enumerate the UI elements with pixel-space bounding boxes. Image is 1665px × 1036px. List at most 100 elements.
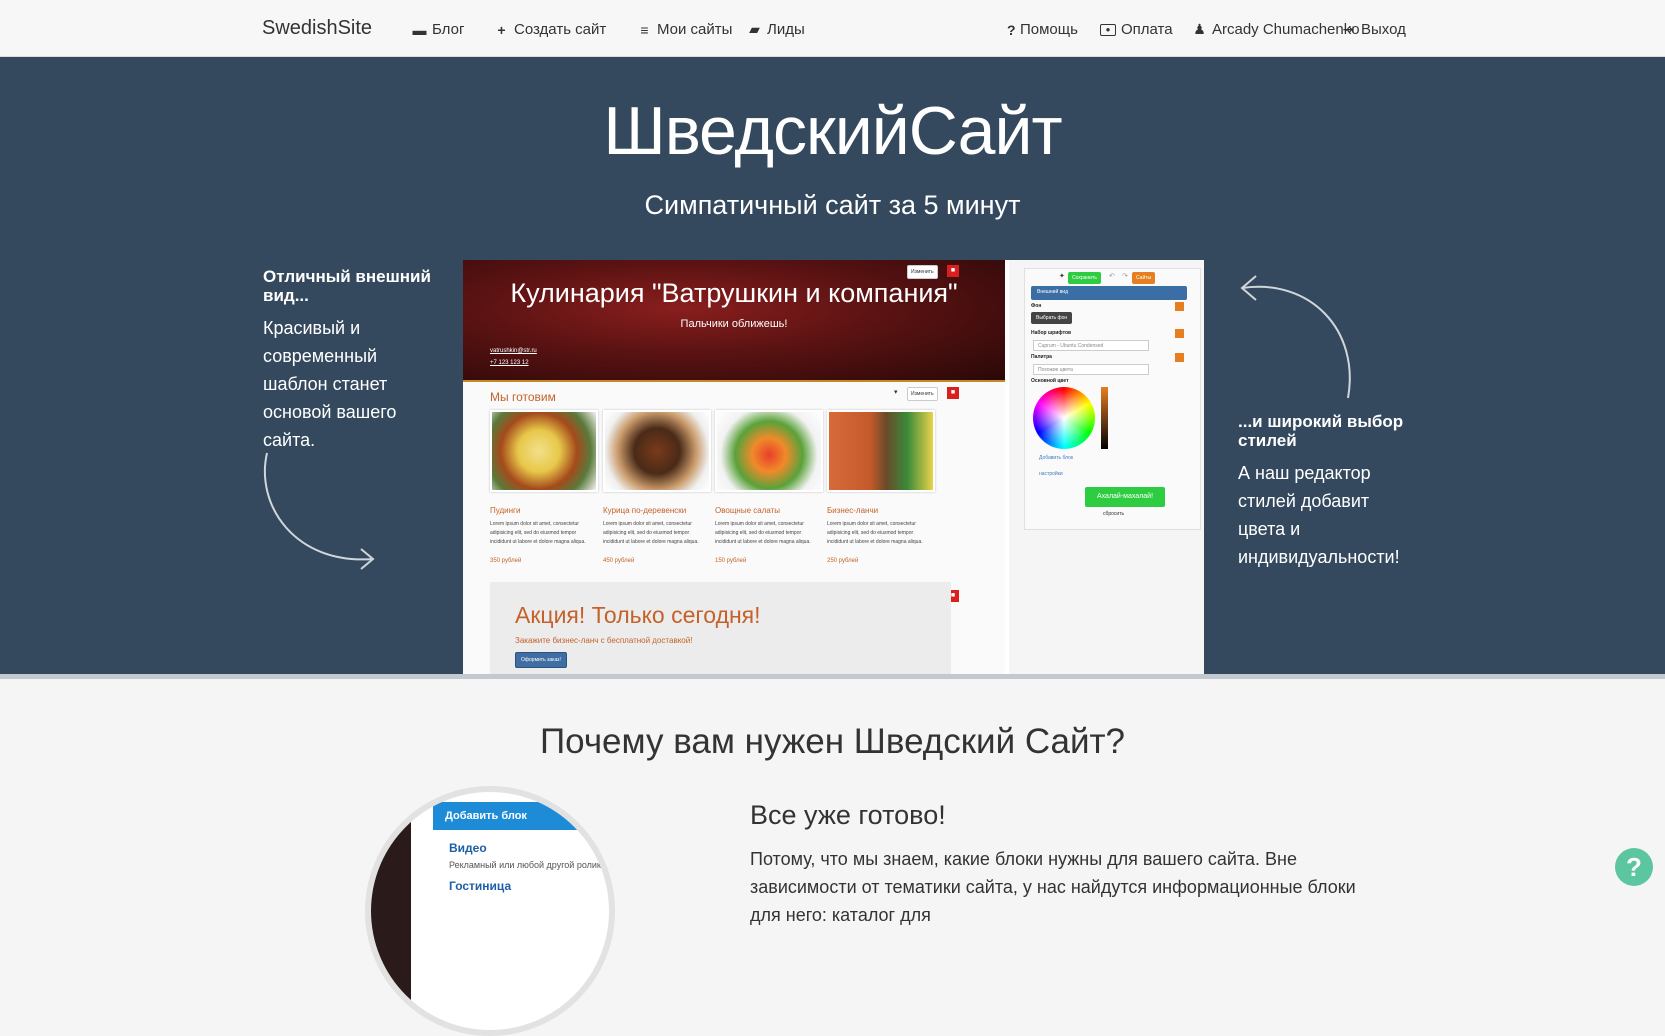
preview-arrow-down-icon: ▾: [894, 389, 898, 396]
chicken-image: [603, 410, 711, 492]
panel-apply-button: Ахалай-махалай!: [1085, 487, 1165, 507]
lunch-image: [827, 410, 935, 492]
panel-bg-button: Выбрать фон: [1031, 312, 1073, 324]
top-navbar: SwedishSite ▬ Блог + Создать сайт ≡ Мои …: [0, 0, 1665, 57]
nav-user[interactable]: ♟ Arcady Chumachenko: [1192, 21, 1360, 38]
preview-card-desc: Lorem ipsum dolor sit amet, consectetur …: [827, 521, 923, 545]
right-feature-text: А наш редактор стилей добавит цвета и ин…: [1238, 463, 1400, 567]
panel-appearance-label: Внешний вид: [1037, 289, 1068, 295]
preview-section-title: Мы готовим: [490, 390, 556, 404]
panel-pin-icon: ✦: [1059, 273, 1065, 280]
panel-sites-button: Сайты: [1132, 272, 1156, 284]
panel-add-block-link: Добавить блок: [1039, 455, 1074, 461]
left-feature-heading: Отличный внешний вид...: [263, 267, 431, 305]
brand-logo[interactable]: SwedishSite: [262, 17, 372, 40]
curved-arrow-right-icon: [263, 452, 375, 570]
preview-email: vatrushkin@str.ru: [490, 348, 537, 354]
preview-promo-button: Оформить заказ!: [515, 652, 567, 668]
color-wheel: [1033, 387, 1095, 449]
preview-site-slogan: Пальчики оближешь!: [680, 318, 788, 330]
panel-palette-label: Палитра: [1031, 354, 1052, 360]
hero-divider: [0, 674, 1665, 679]
nav-help[interactable]: ? Помощь: [1007, 21, 1078, 38]
preview-promo-block: Акция! Только сегодня! Закажите бизнес-л…: [490, 582, 951, 674]
left-feature-text: Красивый и современный шаблон станет осн…: [263, 318, 397, 450]
user-icon: ♟: [1193, 21, 1206, 37]
nav-create-label: Создать сайт: [514, 21, 607, 38]
preview-promo-subtitle: Закажите бизнес-ланч с бесплатной достав…: [515, 636, 693, 645]
preview-card-name: Пудинги: [490, 506, 521, 515]
magnifier-dark-edge: [371, 792, 411, 1030]
sign-out-icon: ⇥: [1342, 21, 1355, 37]
money-icon: ●: [1100, 23, 1116, 36]
salad-image: [715, 410, 823, 492]
nav-payment-label: Оплата: [1121, 21, 1173, 38]
panel-fonts-toggle-icon: [1175, 329, 1184, 338]
magnifier-add-label: Добавить блок: [445, 810, 527, 822]
preview-card-name: Бизнес-ланчи: [827, 506, 879, 515]
curved-arrow-left-icon: [1240, 275, 1351, 399]
nav-logout[interactable]: ⇥ Выход: [1341, 21, 1406, 38]
all-ready-heading: Все уже готово!: [750, 800, 946, 830]
why-section-title: Почему вам нужен Шведский Сайт?: [539, 722, 1126, 761]
nav-leads[interactable]: ▰ Лиды: [747, 21, 805, 38]
panel-palette-toggle-icon: [1175, 353, 1184, 362]
nav-logout-label: Выход: [1361, 21, 1406, 38]
preview-card: Пудинги Lorem ipsum dolor sit amet, cons…: [490, 410, 598, 564]
color-brightness-bar: [1101, 387, 1108, 449]
magnifier-video-label: Видео: [449, 841, 487, 855]
panel-fonts-label: Набор шрифтов: [1031, 330, 1072, 336]
panel-fonts-select: Cuprum - Ubuntu Condensed: [1033, 340, 1149, 351]
all-ready-text: Потому, что мы знаем, какие блоки нужны …: [750, 849, 1356, 925]
question-icon: ?: [1007, 21, 1016, 38]
hero-subtitle: Симпатичный сайт за 5 минут: [644, 190, 1021, 220]
preview-card-price: 350 рублей: [490, 558, 522, 564]
list-icon: ≡: [640, 21, 649, 38]
nav-help-label: Помощь: [1020, 21, 1078, 38]
preview-card: Курица по-деревенски Lorem ipsum dolor s…: [603, 410, 711, 564]
preview-card-name: Курица по-деревенски: [603, 506, 687, 515]
preview-section-delete-icon: ■: [947, 387, 959, 399]
nav-mysites-label: Мои сайты: [657, 21, 733, 38]
editor-preview-screenshot: Кулинария "Ватрушкин и компания" Пальчик…: [463, 260, 1204, 674]
preview-card-desc: Lorem ipsum dolor sit amet, consectetur …: [490, 521, 586, 545]
preview-site-title: Кулинария "Ватрушкин и компания": [510, 278, 958, 308]
hero-title: ШведскийСайт: [603, 93, 1062, 169]
panel-appearance-header: Внешний вид: [1031, 286, 1187, 300]
pudding-image: [490, 410, 598, 492]
magnifier-add-block: Добавить блок: [433, 802, 609, 830]
panel-reset-link: сбросить: [1103, 511, 1125, 517]
nav-blog[interactable]: ▬ Блог: [412, 21, 465, 38]
right-feature-heading: ...и широкий выбор стилей: [1238, 412, 1404, 450]
feature-magnifier-image: Добавить блок Видео Рекламный или любой …: [365, 786, 615, 1036]
nav-payment[interactable]: ● Оплата: [1100, 21, 1173, 38]
nav-leads-label: Лиды: [767, 21, 805, 38]
preview-card-desc: Lorem ipsum dolor sit amet, consectetur …: [715, 521, 811, 545]
panel-bg-toggle-icon: [1175, 302, 1184, 311]
preview-site-header: Кулинария "Ватрушкин и компания" Пальчик…: [463, 260, 1005, 382]
panel-redo-icon: ↷: [1122, 273, 1128, 280]
preview-delete-icon: ■: [947, 265, 959, 277]
archive-icon: ▬: [412, 21, 427, 38]
preview-card-price: 250 рублей: [827, 558, 859, 564]
help-chat-button[interactable]: ?: [1615, 848, 1653, 886]
panel-bg-label: Фон: [1031, 303, 1042, 309]
preview-card-desc: Lorem ipsum dolor sit amet, consectetur …: [603, 521, 699, 545]
preview-card-name: Овощные салаты: [715, 506, 781, 515]
style-editor-panel: ✦ Сохранить ↶ ↷ Сайты Внешний вид Фон Вы…: [1009, 260, 1204, 674]
preview-edit-button: Изменить: [907, 265, 938, 279]
nav-blog-label: Блог: [432, 21, 465, 38]
folder-open-icon: ▰: [749, 21, 760, 37]
magnifier-video-desc: Рекламный или любой другой ролик с: [449, 860, 608, 870]
nav-my-sites[interactable]: ≡ Мои сайты: [637, 21, 732, 38]
nav-user-label: Arcady Chumachenko: [1212, 21, 1360, 38]
panel-save-button: Сохранить: [1068, 272, 1101, 284]
preview-card-price: 150 рублей: [715, 558, 747, 564]
magnifier-hotel-label: Гостиница: [449, 879, 512, 893]
preview-phone: +7 123 123 12: [490, 360, 529, 366]
preview-card-price: 450 рублей: [603, 558, 635, 564]
style-editor-inner: ✦ Сохранить ↶ ↷ Сайты Внешний вид Фон Вы…: [1024, 268, 1201, 530]
preview-card: Овощные салаты Lorem ipsum dolor sit ame…: [715, 410, 823, 564]
nav-create-site[interactable]: + Создать сайт: [494, 21, 606, 38]
panel-undo-icon: ↶: [1109, 273, 1115, 280]
